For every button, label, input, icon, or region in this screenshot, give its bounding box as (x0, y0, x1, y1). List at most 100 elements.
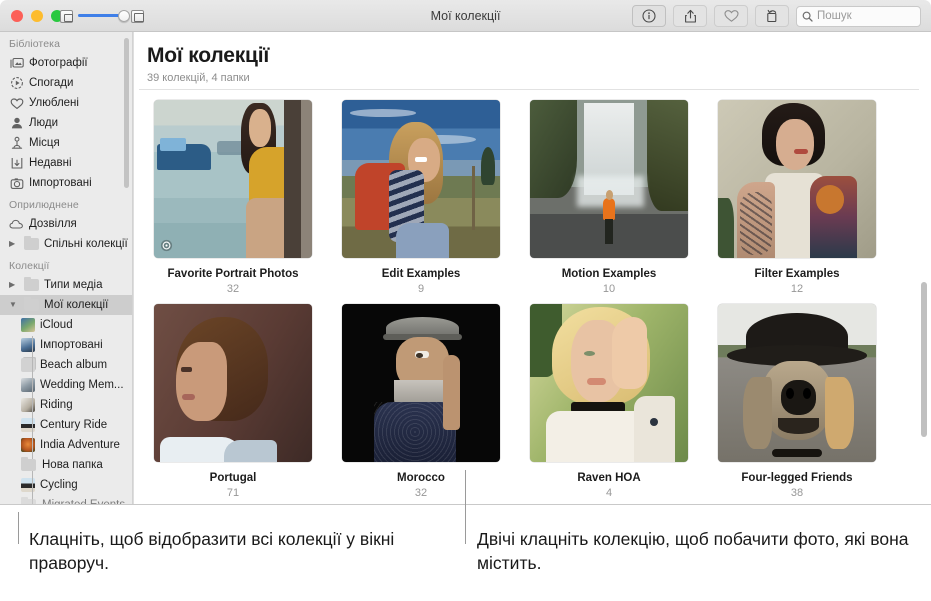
album-tile[interactable]: Four-legged Friends 38 (703, 299, 891, 499)
sidebar-item-new-folder[interactable]: Нова папка (0, 455, 132, 475)
smiling-woman-field-blue-sky-image (342, 100, 500, 258)
content-scrollbar[interactable] (921, 282, 927, 437)
info-icon (642, 9, 656, 23)
album-count: 10 (602, 283, 616, 295)
albums-row: Portugal 71 Morocco 32 Raven HOA 4 Four-… (139, 299, 925, 499)
folder-icon (24, 296, 39, 311)
photos-app-window: Мої колекції Пошук Бібліотека Фотографії… (0, 0, 931, 505)
album-thumbnail[interactable] (342, 304, 500, 462)
info-button[interactable] (632, 5, 666, 27)
sidebar-item-label: Дозвілля (29, 218, 77, 230)
search-placeholder: Пошук (817, 10, 852, 22)
album-count: 9 (417, 283, 425, 295)
memories-icon (9, 76, 24, 91)
sidebar-item-media-types[interactable]: ▶ Типи медіа (0, 275, 132, 295)
sidebar-item-people[interactable]: Люди (0, 113, 132, 133)
sidebar-item-imported-album[interactable]: Імпортовані (0, 335, 132, 355)
album-count: 4 (605, 487, 613, 499)
folder-icon (24, 276, 39, 291)
sidebar-item-label: Cycling (40, 479, 78, 491)
album-count: 38 (790, 487, 804, 499)
album-name: Four-legged Friends (741, 472, 853, 484)
sidebar-item-dozvillya[interactable]: Дозвілля (0, 214, 132, 234)
album-name: Morocco (397, 472, 445, 484)
page-title: Мої колекції (147, 44, 270, 67)
sidebar-item-favorites[interactable]: Улюблені (0, 93, 132, 113)
heart-icon (723, 10, 739, 22)
album-name: Filter Examples (754, 268, 840, 280)
sidebar-item-label: Beach album (40, 359, 108, 371)
album-name: Favorite Portrait Photos (167, 268, 299, 280)
sidebar-item-label: Спільні колекції (44, 238, 128, 250)
tree-indent-line (32, 336, 33, 505)
page-subtitle: 39 колекцій, 4 папки (147, 72, 250, 84)
sidebar-item-riding[interactable]: Riding (0, 395, 132, 415)
sidebar-item-beach-album[interactable]: Beach album (0, 355, 132, 375)
sidebar-item-cycling[interactable]: Cycling (0, 475, 132, 495)
chevron-right-icon[interactable]: ▶ (9, 281, 19, 289)
sidebar-item-icloud[interactable]: iCloud (0, 315, 132, 335)
album-callout: Двічі клацніть колекцію, щоб побачити фо… (477, 529, 909, 573)
albums-row: Favorite Portrait Photos 32 Edit Example… (139, 95, 925, 295)
sidebar-item-label: Люди (29, 117, 59, 129)
toolbar-buttons: Пошук (632, 5, 921, 27)
sidebar-item-memories[interactable]: Спогади (0, 73, 132, 93)
sidebar-callout-leader (18, 512, 19, 544)
chevron-down-icon[interactable]: ▼ (9, 301, 19, 309)
window-titlebar: Мої колекції Пошук (0, 0, 931, 32)
chevron-right-icon[interactable]: ▶ (9, 240, 19, 248)
album-name: Edit Examples (381, 268, 461, 280)
album-thumbnail[interactable] (154, 304, 312, 462)
album-thumbnail[interactable] (530, 304, 688, 462)
sidebar-item-label: iCloud (40, 319, 73, 331)
places-pin-icon (9, 136, 24, 151)
album-thumbnail[interactable] (342, 100, 500, 258)
search-input[interactable]: Пошук (796, 5, 921, 27)
gear-icon (160, 239, 173, 252)
recents-download-icon (9, 156, 24, 171)
sidebar-item-century-ride[interactable]: Century Ride (0, 415, 132, 435)
album-name: Portugal (209, 472, 257, 484)
sidebar-item-shared-albums[interactable]: ▶ Спільні колекції (0, 234, 132, 254)
dog-wearing-black-hat-road-image (718, 304, 876, 462)
sidebar-item-label: Улюблені (29, 97, 79, 109)
share-icon (684, 9, 696, 23)
album-count: 32 (414, 487, 428, 499)
album-tile[interactable]: Raven HOA 4 (515, 299, 703, 499)
album-tile[interactable]: Favorite Portrait Photos 32 (139, 95, 327, 295)
sidebar-section-albums-header: Колекції (9, 260, 50, 272)
album-thumbnail[interactable] (530, 100, 688, 258)
album-thumbnail[interactable] (154, 100, 312, 258)
imported-camera-icon (9, 176, 24, 191)
album-tile[interactable]: Portugal 71 (139, 299, 327, 499)
curly-hair-woman-portrait-image (154, 304, 312, 462)
sidebar-scrollbar[interactable] (124, 38, 129, 188)
sidebar-item-label: Спогади (29, 77, 74, 89)
album-name: Raven HOA (577, 472, 641, 484)
heart-icon (9, 96, 24, 111)
rotate-button[interactable] (755, 5, 789, 27)
album-tile[interactable]: Morocco 32 (327, 299, 515, 499)
sidebar-item-recents[interactable]: Недавні (0, 153, 132, 173)
sidebar[interactable]: Бібліотека Фотографії Спогади Улюблені Л… (0, 32, 133, 505)
favorite-button[interactable] (714, 5, 748, 27)
sidebar-item-imported[interactable]: Імпортовані (0, 173, 132, 193)
sidebar-item-label: Wedding Mem... (40, 379, 124, 391)
sidebar-item-photos[interactable]: Фотографії (0, 53, 132, 73)
album-thumbnail[interactable] (718, 100, 876, 258)
album-tile[interactable]: Motion Examples 10 (515, 95, 703, 295)
sidebar-item-label: Типи медіа (44, 279, 103, 291)
album-thumbnail[interactable] (718, 304, 876, 462)
rotate-icon (767, 9, 777, 23)
album-tile[interactable]: Filter Examples 12 (703, 95, 891, 295)
sidebar-item-label: Місця (29, 137, 60, 149)
album-count: 32 (226, 283, 240, 295)
sidebar-item-india-adventure[interactable]: India Adventure (0, 435, 132, 455)
sidebar-item-my-albums[interactable]: ▼ Мої колекції (0, 295, 132, 315)
sidebar-item-places[interactable]: Місця (0, 133, 132, 153)
album-tile[interactable]: Edit Examples 9 (327, 95, 515, 295)
sidebar-item-label: Імпортовані (40, 339, 103, 351)
sidebar-item-wedding-memories[interactable]: Wedding Mem... (0, 375, 132, 395)
share-button[interactable] (673, 5, 707, 27)
sidebar-item-label: Нова папка (42, 459, 103, 471)
